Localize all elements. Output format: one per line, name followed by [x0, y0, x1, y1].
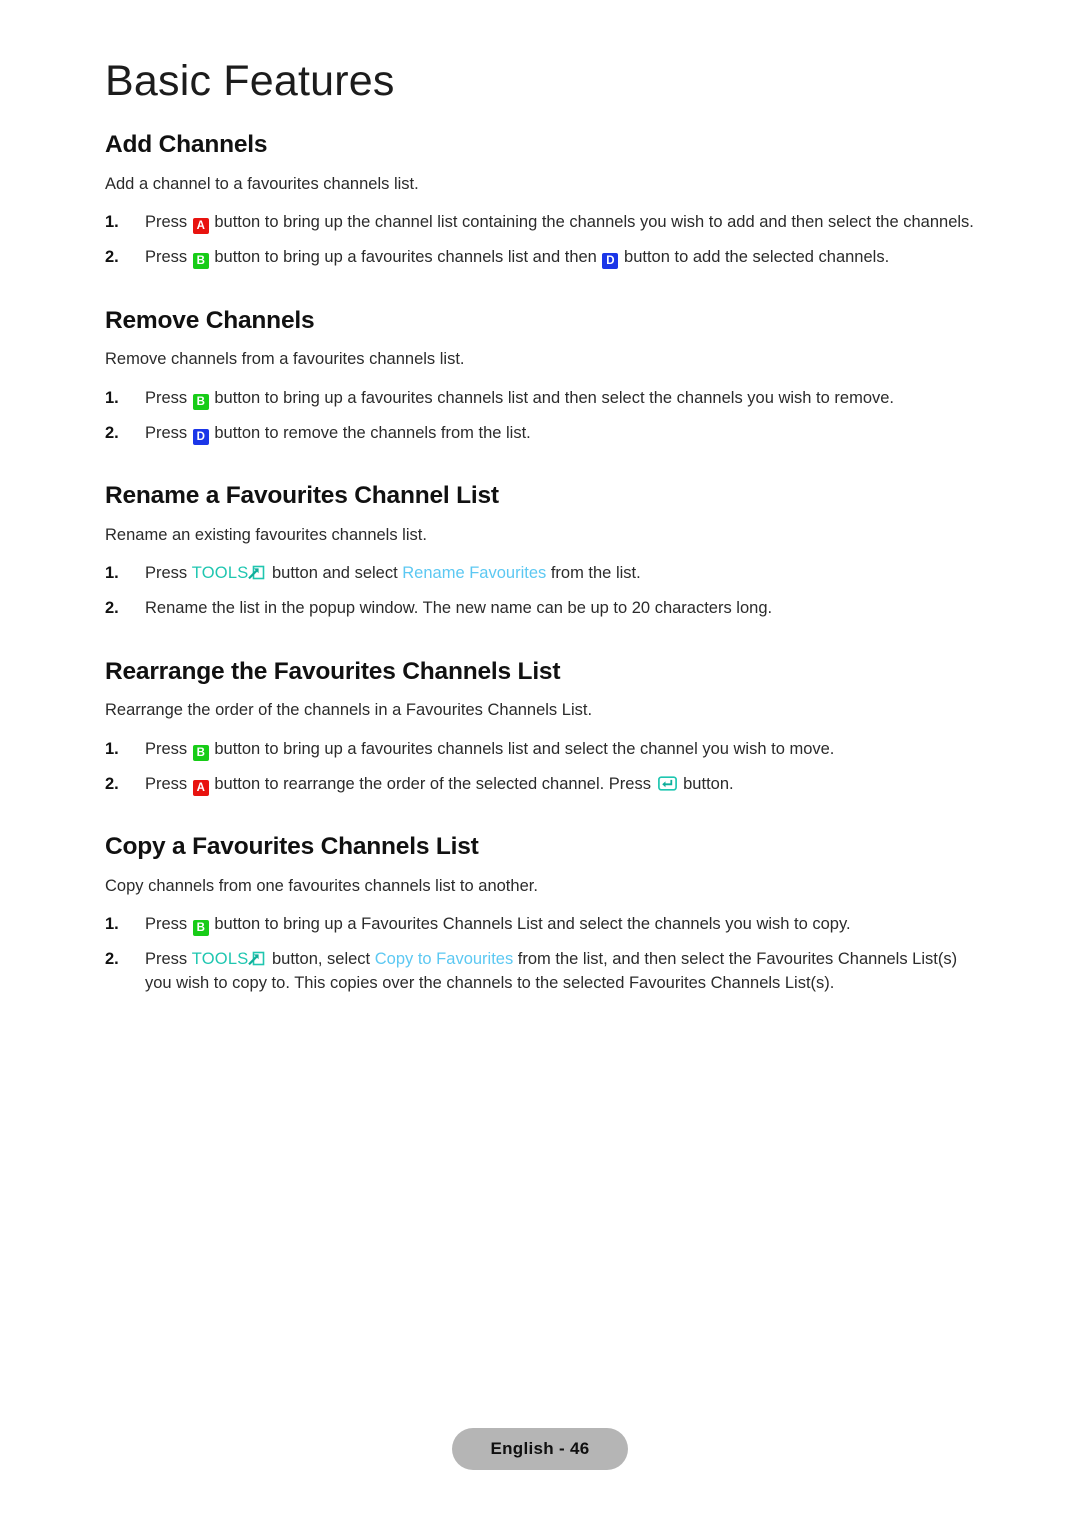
doc-section: Copy a Favourites Channels List Copy chan… — [105, 832, 985, 995]
sections-container: Add Channels Add a channel to a favourite… — [105, 130, 985, 995]
colour-key-b-icon: B — [192, 393, 209, 410]
section-intro-text: Rename an existing favourites channels l… — [105, 525, 427, 544]
step-body: Press B button to bring up a Favourites … — [145, 915, 851, 937]
step-body: Press TOOLS button and select Rename Fav… — [145, 564, 641, 582]
step-text: button to bring up the channel list cont… — [209, 213, 974, 232]
section-intro-text: Copy channels from one favourites channe… — [105, 876, 538, 895]
step-text: Press — [145, 739, 192, 758]
document-page: Basic Features Add Channels Add a channel… — [0, 0, 1080, 1519]
step-body: Press A button to bring up the channel l… — [145, 213, 974, 235]
step-item: 1. Press TOOLS button and select Rename F… — [105, 562, 985, 586]
doc-section: Rearrange the Favourites Channels List Re… — [105, 657, 985, 797]
step-number: 2. — [105, 774, 119, 793]
step-list: 1. Press B button to bring up a favourite… — [105, 738, 985, 797]
step-number: 1. — [105, 564, 119, 583]
doc-section: Rename a Favourites Channel List Rename a… — [105, 481, 985, 621]
tools-label: TOOLS — [191, 564, 249, 583]
step-text: button to add the selected channels. — [619, 248, 890, 267]
step-item: 1. Press A button to bring up the channel… — [105, 211, 985, 235]
step-text: Press — [145, 950, 192, 969]
step-number: 1. — [105, 915, 119, 934]
step-body: Press D button to remove the channels fr… — [145, 423, 531, 445]
menu-path-link: Rename Favourites — [402, 564, 547, 583]
enter-key-icon — [657, 775, 677, 791]
colour-key-a-icon: A — [192, 218, 209, 235]
colour-key-b-icon: B — [192, 253, 209, 270]
step-body: Press A button to rearrange the order of… — [145, 774, 734, 796]
section-intro-text: Remove channels from a favourites channe… — [105, 350, 465, 369]
step-text: button to bring up a favourites channels… — [209, 388, 895, 407]
step-body: Rename the list in the popup window. The… — [145, 599, 772, 617]
step-text: Press — [145, 774, 192, 793]
step-number: 1. — [105, 388, 119, 407]
step-number: 2. — [105, 599, 119, 618]
step-text: Press — [145, 213, 192, 232]
section-heading: Remove Channels — [105, 306, 315, 334]
tools-arrow-icon — [248, 950, 265, 966]
step-item: 2. Press TOOLS button, select Copy to Fav… — [105, 948, 985, 996]
page-content: Basic Features Add Channels Add a channel… — [105, 58, 985, 996]
doc-section: Remove Channels Remove channels from a fa… — [105, 306, 985, 446]
menu-path-link: Copy to Favourites — [374, 950, 514, 969]
step-number: 2. — [105, 950, 119, 969]
step-body: Press B button to bring up a favourites … — [145, 388, 895, 410]
section-heading: Copy a Favourites Channels List — [105, 833, 479, 861]
step-list: 1. Press B button to bring up a Favourite… — [105, 913, 985, 996]
step-text: button to bring up a favourites channels… — [209, 248, 602, 267]
step-text: button to rearrange the order of the sel… — [209, 774, 656, 793]
colour-key-d-icon: D — [602, 253, 619, 270]
step-text: Press — [145, 915, 192, 934]
step-list: 1. Press B button to bring up a favourite… — [105, 387, 985, 446]
page-footer: English - 46 — [0, 1428, 1080, 1470]
section-heading: Rearrange the Favourites Channels List — [105, 657, 561, 685]
tools-label: TOOLS — [191, 950, 249, 969]
section-heading: Add Channels — [105, 131, 268, 159]
step-text: Rename the list in the popup window. The… — [145, 599, 773, 618]
colour-key-b-icon: B — [192, 744, 209, 761]
step-item: 2. Press B button to bring up a favourite… — [105, 246, 985, 270]
section-intro-text: Rearrange the order of the channels in a… — [105, 701, 593, 720]
tools-arrow-icon — [248, 564, 265, 580]
step-item: 1. Press B button to bring up a Favourite… — [105, 913, 985, 937]
step-body: Press B button to bring up a favourites … — [145, 248, 890, 270]
colour-key-a-icon: A — [192, 779, 209, 796]
step-text: button to bring up a favourites channels… — [209, 739, 835, 758]
step-text: Press — [145, 564, 192, 583]
step-body: Press TOOLS button, select Copy to Favou… — [145, 950, 957, 992]
doc-section: Add Channels Add a channel to a favourite… — [105, 130, 985, 270]
tools-button-reference: TOOLS — [192, 950, 268, 968]
step-number: 1. — [105, 739, 119, 758]
step-text: Press — [145, 248, 192, 267]
colour-key-d-icon: D — [192, 428, 209, 445]
tools-button-reference: TOOLS — [192, 564, 268, 582]
step-item: 1. Press B button to bring up a favourite… — [105, 738, 985, 762]
step-body: Press B button to bring up a favourites … — [145, 739, 835, 761]
step-text: button to bring up a Favourites Channels… — [209, 915, 851, 934]
step-text: Press — [145, 423, 192, 442]
step-number: 2. — [105, 248, 119, 267]
page-number-badge: English - 46 — [452, 1428, 628, 1470]
step-list: 1. Press A button to bring up the channel… — [105, 211, 985, 270]
step-item: 2. Press A button to rearrange the order … — [105, 773, 985, 797]
step-number: 2. — [105, 423, 119, 442]
step-text: button and select — [267, 564, 403, 583]
colour-key-b-icon: B — [192, 920, 209, 937]
step-item: 2. Rename the list in the popup window. T… — [105, 597, 985, 621]
section-intro-text: Add a channel to a favourites channels l… — [105, 174, 419, 193]
step-text: from the list. — [546, 564, 641, 583]
step-number: 1. — [105, 213, 119, 232]
section-heading: Rename a Favourites Channel List — [105, 482, 499, 510]
step-item: 1. Press B button to bring up a favourite… — [105, 387, 985, 411]
step-item: 2. Press D button to remove the channels … — [105, 422, 985, 446]
step-text: button to remove the channels from the l… — [209, 423, 531, 442]
step-text: button, select — [267, 950, 375, 969]
step-text: Press — [145, 388, 192, 407]
step-list: 1. Press TOOLS button and select Rename F… — [105, 562, 985, 621]
step-text: button. — [678, 774, 734, 793]
page-title: Basic Features — [105, 57, 395, 105]
